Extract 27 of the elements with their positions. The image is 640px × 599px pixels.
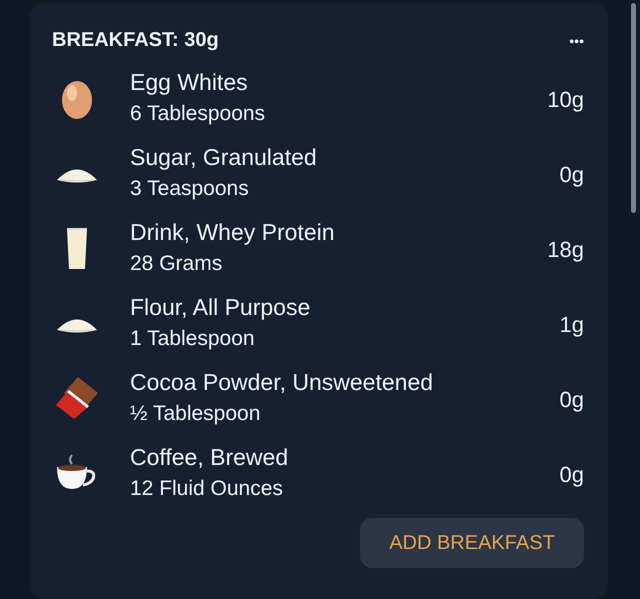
coffee-cup-icon [57,454,96,488]
food-value: 1g [560,312,584,338]
food-value: 0g [560,386,584,412]
chocolate-bar-icon [56,376,98,418]
food-name: Coffee, Brewed [130,444,290,471]
scrollbar[interactable] [631,3,636,213]
food-value: 0g [560,462,584,488]
egg-icon [62,80,92,118]
powder-pile-icon [57,319,97,332]
food-name: Sugar, Granulated [130,144,318,171]
meal-title: BREAKFAST: 30g [52,29,219,52]
food-amount: 28 Grams [130,251,224,276]
add-breakfast-button[interactable]: ADD BREAKFAST [360,518,584,568]
food-amount: 12 Fluid Ounces [130,476,284,501]
food-value: 10g [547,86,584,112]
food-amount: 1 Tablespoon [130,326,256,351]
food-value: 18g [547,236,584,262]
food-name: Flour, All Purpose [130,294,312,321]
food-value: 0g [560,162,584,188]
food-name: Drink, Whey Protein [130,219,336,246]
food-amount: 6 Tablespoons [130,101,266,126]
powder-pile-icon [57,169,97,182]
glass-of-milk-icon [67,228,87,268]
food-amount: ½ Tablespoon [130,401,262,426]
food-name: Egg Whites [130,69,249,96]
food-amount: 3 Teaspoons [130,176,250,201]
food-name: Cocoa Powder, Unsweetened [130,369,434,396]
